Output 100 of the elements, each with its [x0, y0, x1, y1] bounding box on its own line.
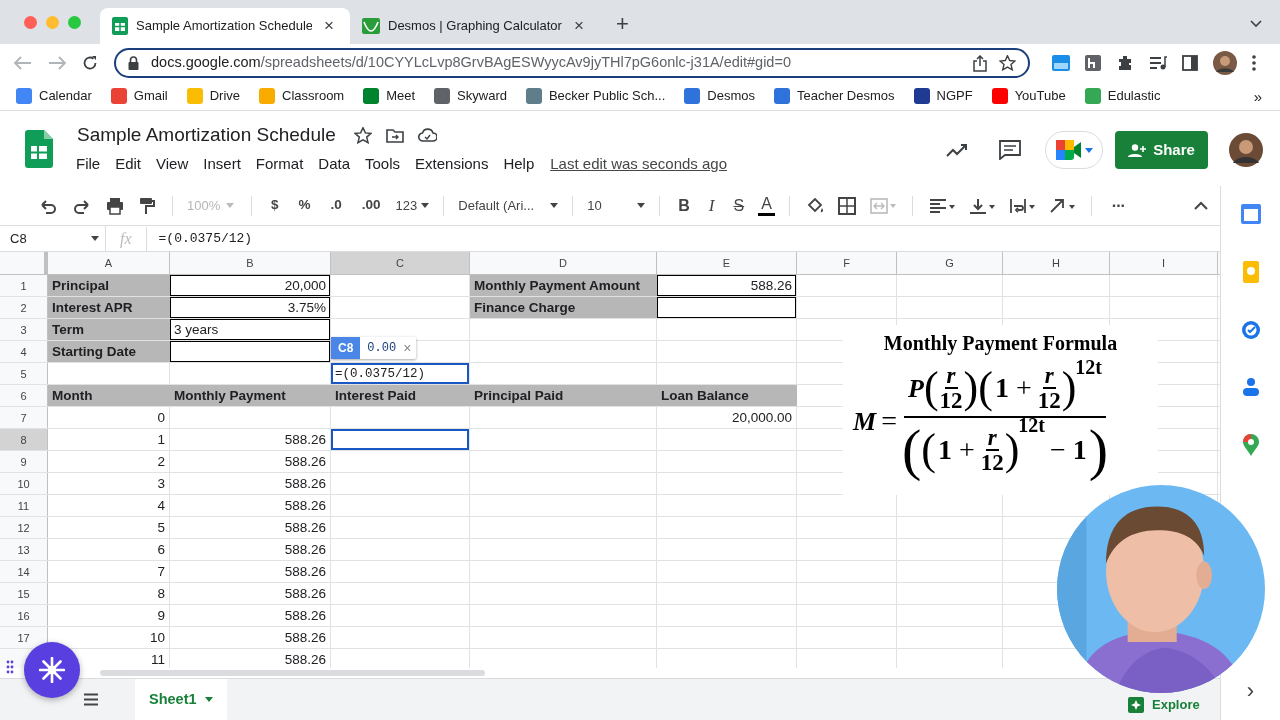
tasks-icon[interactable]: [1240, 320, 1261, 340]
contacts-icon[interactable]: [1241, 377, 1260, 397]
row-header[interactable]: 15: [17, 587, 30, 600]
table-cell[interactable]: Month: [48, 385, 170, 406]
expand-side-panel-button[interactable]: ›: [1246, 680, 1255, 702]
extension-icon[interactable]: [1085, 55, 1101, 71]
column-header[interactable]: C: [331, 252, 470, 274]
table-cell[interactable]: [170, 341, 331, 362]
table-cell[interactable]: 588.26: [750, 275, 792, 296]
bookmark[interactable]: NGPF: [913, 86, 973, 106]
table-cell[interactable]: Starting Date: [48, 341, 170, 362]
all-sheets-icon[interactable]: [83, 693, 99, 706]
table-cell[interactable]: Monthly Payment Amount: [470, 275, 657, 296]
address-field[interactable]: docs.google.com/spreadsheets/d/10CYYLcLvp8GrvBAgESWyycAv9jyTHl7pG6onlc-j31A/edit#gid=0: [114, 48, 1030, 78]
column-header[interactable]: A: [48, 252, 170, 274]
table-cell[interactable]: 3 years: [174, 319, 219, 340]
bookmark[interactable]: YouTube: [991, 86, 1066, 106]
name-box[interactable]: C8: [0, 226, 106, 251]
table-cell[interactable]: 2: [157, 451, 165, 472]
menu-item[interactable]: Data: [311, 151, 357, 176]
row-header[interactable]: 3: [20, 323, 27, 336]
table-cell[interactable]: 3.75%: [170, 297, 331, 318]
menu-item[interactable]: Tools: [358, 151, 408, 176]
maps-icon[interactable]: [1242, 434, 1259, 456]
comment-icon[interactable]: [999, 140, 1021, 160]
table-cell[interactable]: 588.26: [284, 473, 326, 494]
table-cell[interactable]: 588.26: [284, 429, 326, 450]
row-header[interactable]: 9: [20, 455, 27, 468]
bookmark[interactable]: Classroom: [259, 86, 345, 106]
italic-button[interactable]: I: [703, 192, 720, 219]
row-header[interactable]: 17: [17, 631, 30, 644]
more-bookmarks-button[interactable]: »: [1253, 86, 1262, 109]
row-header[interactable]: 7: [20, 411, 27, 424]
bookmark[interactable]: Edulastic: [1084, 86, 1161, 106]
table-cell[interactable]: 3 years: [170, 319, 331, 340]
table-cell[interactable]: 0: [157, 407, 165, 428]
menu-item[interactable]: View: [149, 151, 196, 176]
sheet-tab[interactable]: Sheet1: [135, 679, 227, 720]
table-cell[interactable]: 8: [157, 583, 165, 604]
currency-button[interactable]: $: [266, 195, 284, 216]
row-header[interactable]: 2: [20, 301, 27, 314]
column-header[interactable]: G: [897, 252, 1003, 274]
sheets-logo-icon[interactable]: [25, 129, 53, 168]
bookmark[interactable]: Drive: [186, 86, 241, 106]
bookmark[interactable]: Desmos: [684, 86, 755, 106]
table-cell[interactable]: Finance Charge: [470, 297, 657, 318]
table-cell[interactable]: Principal: [48, 275, 170, 296]
table-cell[interactable]: 4: [157, 495, 165, 516]
table-cell[interactable]: 3: [157, 473, 165, 494]
table-cell[interactable]: 588.26: [284, 627, 326, 648]
browser-tab[interactable]: Sample Amortization Schedule ×: [100, 8, 350, 44]
number-format-dropdown[interactable]: 123: [395, 195, 430, 216]
table-cell[interactable]: 10: [149, 627, 165, 648]
row-header[interactable]: 8: [20, 433, 27, 446]
avatar-icon[interactable]: [1213, 51, 1237, 75]
column-header[interactable]: E: [657, 252, 797, 274]
star-icon[interactable]: [353, 126, 372, 144]
table-cell[interactable]: 3.75%: [287, 297, 326, 318]
bookmark[interactable]: Becker Public Sch...: [525, 86, 666, 106]
close-tab-button[interactable]: ×: [570, 13, 588, 39]
row-header[interactable]: 5: [20, 367, 27, 380]
row-header[interactable]: 11: [17, 499, 30, 512]
table-cell[interactable]: 9: [157, 605, 165, 626]
table-cell[interactable]: [657, 297, 797, 318]
row-header[interactable]: 13: [17, 543, 30, 556]
increase-decimal-button[interactable]: .00: [356, 195, 386, 216]
table-cell[interactable]: 588.26: [284, 561, 326, 582]
table-cell[interactable]: Loan Balance: [657, 385, 797, 406]
row-header[interactable]: 4: [20, 345, 27, 358]
table-cell[interactable]: 588.26: [284, 539, 326, 560]
table-cell[interactable]: 1: [157, 429, 165, 450]
avatar-icon[interactable]: [1229, 133, 1263, 167]
menu-item[interactable]: Help: [496, 151, 542, 176]
table-cell[interactable]: 20,000.00: [731, 407, 792, 428]
menu-item[interactable]: Extensions: [408, 151, 496, 176]
bookmark[interactable]: Calendar: [16, 86, 92, 106]
side-panel-icon[interactable]: [1182, 55, 1198, 71]
row-header[interactable]: 16: [17, 609, 30, 622]
table-cell[interactable]: 588.26: [657, 275, 797, 296]
table-cell[interactable]: 588.26: [284, 649, 326, 668]
column-header[interactable]: D: [470, 252, 657, 274]
table-cell[interactable]: 20,000: [170, 275, 331, 296]
last-edit-link[interactable]: Last edit was seconds ago: [550, 152, 728, 175]
calendar-icon[interactable]: [1240, 204, 1261, 224]
percent-button[interactable]: %: [293, 195, 316, 216]
share-icon[interactable]: [973, 54, 987, 72]
row-header[interactable]: 1: [20, 279, 27, 292]
menu-icon[interactable]: [1252, 55, 1256, 71]
table-cell[interactable]: 588.26: [284, 517, 326, 538]
column-header[interactable]: H: [1003, 252, 1110, 274]
row-header[interactable]: 14: [17, 565, 30, 578]
more-button[interactable]: ···: [1105, 193, 1131, 218]
table-cell[interactable]: Interest APR: [48, 297, 170, 318]
collapse-icon[interactable]: [1194, 201, 1208, 210]
cell-editor-field[interactable]: =(0.0375/12): [331, 363, 469, 384]
table-cell[interactable]: 588.26: [284, 451, 326, 472]
star-icon[interactable]: [999, 55, 1016, 71]
playlist-icon[interactable]: [1149, 56, 1167, 70]
bookmark[interactable]: Teacher Desmos: [773, 86, 895, 106]
table-cell[interactable]: Term: [48, 319, 170, 340]
